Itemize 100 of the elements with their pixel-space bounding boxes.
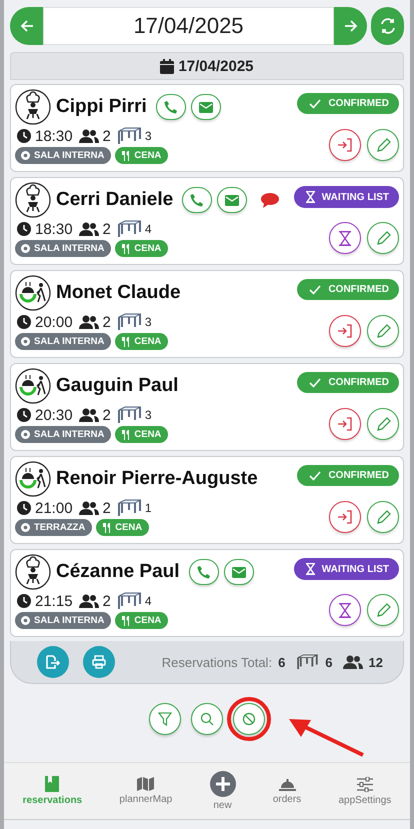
check-in-button[interactable] — [329, 315, 361, 347]
sign-in-icon — [337, 510, 353, 524]
refresh-button[interactable] — [371, 7, 404, 45]
email-button[interactable] — [190, 94, 221, 120]
guests-total: 12 — [368, 654, 383, 670]
nav-tab[interactable]: new — [210, 771, 236, 811]
filter-icon — [158, 712, 172, 726]
nav-tab[interactable]: appSettings — [338, 776, 392, 806]
reservation-time: 18:30 — [35, 220, 73, 238]
cutlery-icon — [121, 616, 130, 626]
people-icon — [78, 129, 99, 143]
people-icon — [78, 594, 99, 608]
reservation-card[interactable]: Cézanne Paul 21:15 2 4 SALA INTERNA CENA WAITING LIST — [10, 549, 404, 637]
table-icon — [116, 499, 141, 517]
meal-label: CENA — [134, 429, 162, 440]
phone-icon — [196, 565, 211, 579]
guest-name: Cézanne Paul — [56, 561, 180, 583]
file-export-icon — [46, 655, 60, 669]
previous-day-button[interactable] — [10, 7, 43, 45]
reservations-total-label: Reservations Total: — [162, 654, 272, 670]
dot-icon — [21, 523, 30, 532]
waiting-list-button[interactable] — [329, 594, 361, 626]
cutlery-icon — [121, 244, 130, 254]
table-number: 4 — [144, 594, 152, 608]
edit-button[interactable] — [367, 315, 399, 347]
check-in-button[interactable] — [329, 129, 361, 161]
table-icon — [295, 654, 320, 670]
guest-count: 2 — [102, 500, 111, 516]
calendar-icon — [160, 58, 174, 74]
people-icon — [342, 655, 363, 669]
guest-count: 2 — [102, 592, 111, 610]
table-icon — [116, 127, 141, 145]
hourglass-icon — [339, 230, 351, 246]
table-number: 1 — [144, 501, 152, 515]
clock-icon — [17, 222, 31, 236]
room-label: SALA INTERNA — [34, 615, 104, 626]
nav-tab[interactable]: orders — [272, 777, 302, 805]
check-icon — [309, 98, 322, 108]
phone-icon — [190, 193, 204, 207]
people-icon — [78, 501, 99, 515]
reservation-card[interactable]: Cippi Pirri 18:30 2 3 SALA INTERNA CENA CONFIRMED — [10, 84, 404, 172]
sign-in-icon — [337, 324, 353, 338]
pencil-icon — [376, 138, 390, 152]
speech-bubble-icon[interactable] — [260, 192, 280, 208]
email-button[interactable] — [217, 187, 248, 213]
guest-name: Monet Claude — [56, 282, 181, 304]
reservation-card[interactable]: Renoir Pierre-Auguste 21:00 2 1 TERRAZZA CENA CONFIRMED — [10, 456, 404, 544]
edit-button[interactable] — [367, 129, 399, 161]
nav-tab[interactable]: plannerMap — [119, 777, 172, 805]
pencil-icon — [376, 416, 390, 432]
service-bell-icon — [278, 777, 296, 791]
edit-button[interactable] — [367, 501, 399, 533]
guest-count: 2 — [102, 406, 111, 424]
dot-icon — [21, 337, 30, 346]
waiting-list-button[interactable] — [329, 222, 361, 254]
table-icon — [116, 220, 141, 238]
status-label: WAITING LIST — [322, 192, 389, 202]
next-day-button[interactable] — [334, 7, 367, 45]
meal-label: CENA — [115, 522, 142, 533]
people-icon — [78, 315, 99, 329]
hourglass-icon — [306, 191, 315, 203]
sliders-icon — [356, 776, 373, 792]
walk-in-avatar-icon — [15, 368, 51, 404]
print-button[interactable] — [83, 646, 115, 678]
reservation-card[interactable]: Cerri Daniele 18:30 2 4 SALA INTERNA CENA WAITING LIST — [10, 177, 404, 265]
sign-in-icon — [337, 138, 353, 152]
check-icon — [309, 378, 322, 388]
meal-label: CENA — [134, 243, 162, 254]
arrow-left-icon — [18, 18, 34, 34]
guest-name: Renoir Pierre-Auguste — [56, 468, 258, 490]
edit-button[interactable] — [367, 222, 399, 254]
export-button[interactable] — [37, 646, 69, 678]
clock-icon — [17, 594, 31, 608]
cancelled-filter-button[interactable] — [233, 703, 265, 735]
date-field[interactable]: 17/04/2025 — [43, 7, 334, 45]
call-button[interactable] — [156, 94, 186, 120]
guest-count: 2 — [102, 220, 111, 238]
edit-button[interactable] — [367, 408, 399, 440]
check-icon — [309, 284, 322, 294]
email-button[interactable] — [224, 559, 254, 585]
call-button[interactable] — [188, 559, 219, 585]
search-button[interactable] — [191, 703, 223, 735]
room-label: SALA INTERNA — [34, 243, 104, 254]
table-icon — [116, 406, 141, 424]
envelope-icon — [232, 566, 246, 578]
status-label: CONFIRMED — [328, 377, 389, 388]
envelope-icon — [225, 194, 240, 206]
check-in-button[interactable] — [329, 408, 361, 440]
hourglass-icon — [339, 602, 351, 618]
cutlery-icon — [121, 430, 130, 440]
edit-button[interactable] — [367, 594, 399, 626]
call-button[interactable] — [182, 187, 212, 213]
reservation-card[interactable]: Monet Claude 20:00 2 3 SALA INTERNA CENA CONFIRMED — [10, 270, 404, 358]
dot-icon — [21, 616, 30, 625]
check-in-button[interactable] — [329, 501, 361, 533]
reservation-card[interactable]: Gauguin Paul 20:30 2 3 SALA INTERNA CENA CONFIRMED — [10, 363, 404, 451]
filter-button[interactable] — [149, 703, 181, 735]
status-label: WAITING LIST — [322, 564, 389, 574]
plus-icon — [210, 771, 236, 797]
dot-icon — [21, 244, 30, 253]
